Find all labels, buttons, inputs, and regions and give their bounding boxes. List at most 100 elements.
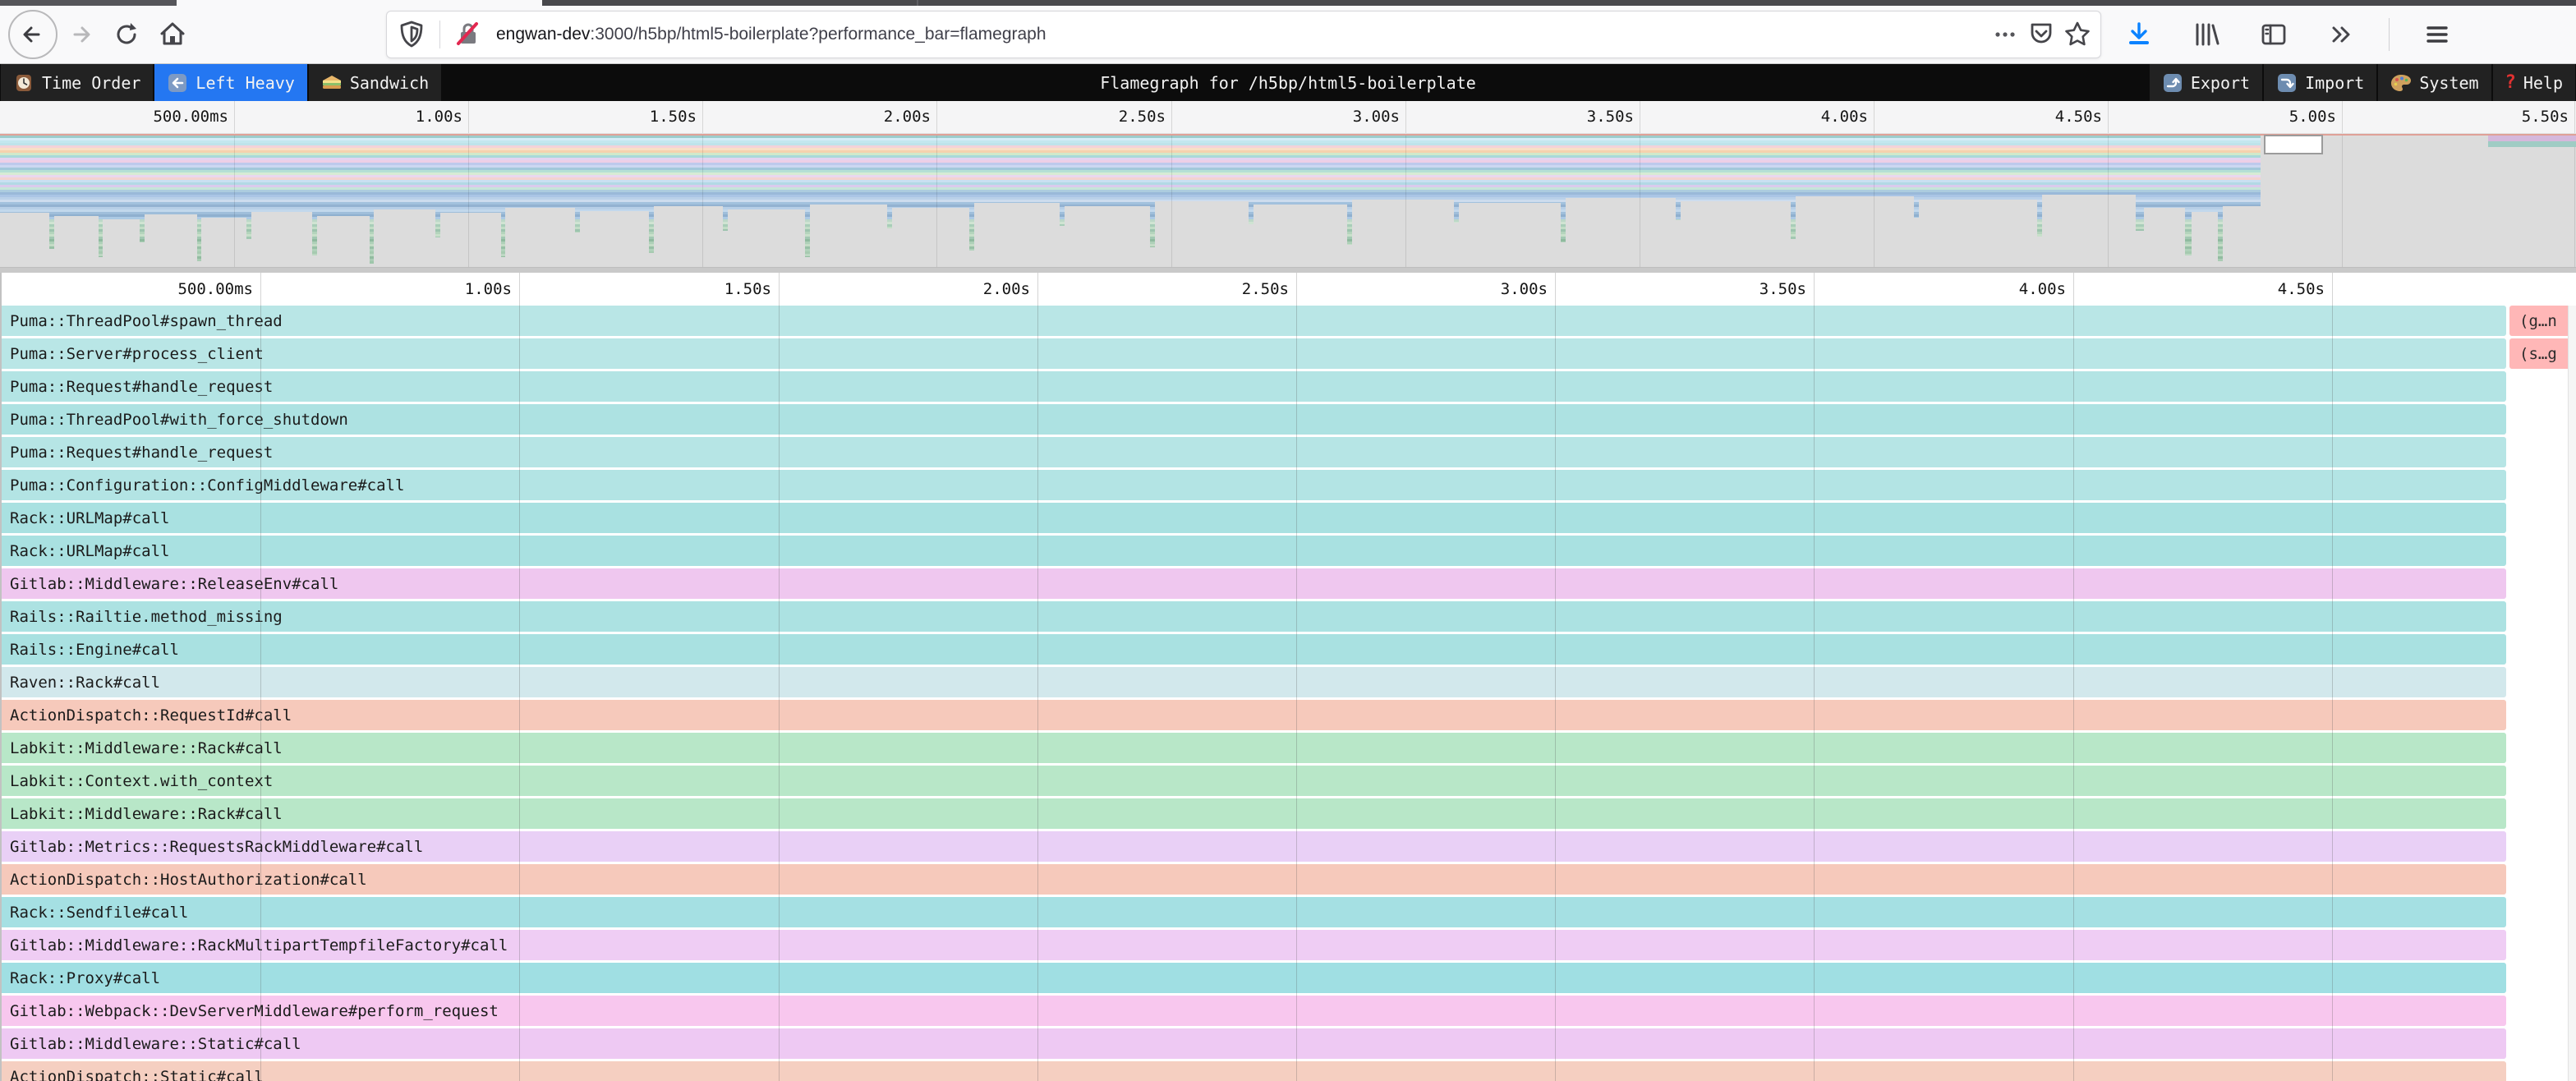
axis-gridline — [519, 273, 520, 306]
flame-frame[interactable]: Rails::Engine#call — [2, 634, 2506, 665]
flame-frame[interactable]: ActionDispatch::Static#call — [2, 1061, 2506, 1081]
axis-tick-label: 1.50s — [650, 101, 697, 133]
urlbar-divider — [439, 21, 440, 48]
browser-toolbar: engwan-dev:3000/h5bp/html5-boilerplate?p… — [0, 6, 2576, 64]
url-path: :3000/h5bp/html5-boilerplate?performance… — [590, 25, 1046, 44]
active-tab-sliver[interactable] — [177, 0, 542, 6]
action-label: Help — [2523, 73, 2563, 93]
pocket-icon — [2029, 21, 2054, 48]
frame-label: Rack::Sendfile#call — [2, 904, 188, 922]
clock-icon — [13, 72, 34, 94]
page-actions-button[interactable] — [1987, 16, 2023, 53]
frame-label: Puma::ThreadPool#spawn_thread — [2, 312, 283, 330]
overflow-menu-button[interactable] — [2318, 12, 2364, 58]
sidebar-button[interactable] — [2251, 12, 2297, 58]
axis-gridline — [2332, 273, 2333, 306]
export-button[interactable]: Export — [2150, 64, 2262, 101]
tab-time-order[interactable]: Time Order — [1, 64, 153, 101]
sandwich-icon — [321, 72, 343, 94]
bookmark-button[interactable] — [2059, 16, 2095, 53]
shield-icon — [399, 21, 424, 48]
flame-frame[interactable]: Gitlab::Middleware::RackMultipartTempfil… — [2, 930, 2506, 960]
axis-gridline — [468, 101, 469, 133]
help-icon: ? — [2505, 72, 2516, 93]
flame-frame[interactable]: Rails::Railtie.method_missing — [2, 601, 2506, 632]
flame-frame[interactable]: Labkit::Context.with_context — [2, 766, 2506, 796]
browser-tabstrip — [0, 0, 2576, 6]
url-text[interactable]: engwan-dev:3000/h5bp/html5-boilerplate?p… — [496, 25, 1987, 44]
flame-frame[interactable]: Rack::URLMap#call — [2, 536, 2506, 566]
frame-label: ActionDispatch::Static#call — [2, 1068, 264, 1081]
url-domain: engwan-dev — [496, 25, 590, 44]
axis-tick-label: 500.00ms — [153, 101, 228, 133]
axis-tick-label: 1.00s — [416, 101, 462, 133]
flamegraph-row: Puma::Request#handle_request — [2, 371, 2576, 404]
flame-frame-truncated[interactable]: (g…n — [2509, 306, 2572, 336]
tracking-protection-button[interactable] — [393, 16, 430, 53]
lock-slash-icon — [455, 21, 481, 48]
flame-frame[interactable]: ActionDispatch::RequestId#call — [2, 700, 2506, 730]
tab-left-heavy[interactable]: Left Heavy — [154, 64, 306, 101]
frame-label: ActionDispatch::RequestId#call — [2, 706, 292, 724]
pocket-button[interactable] — [2023, 16, 2059, 53]
flamegraph-row: ActionDispatch::HostAuthorization#call — [2, 864, 2576, 897]
flame-frame[interactable]: Labkit::Middleware::Rack#call — [2, 733, 2506, 763]
flamegraph-row: Rack::Proxy#call — [2, 963, 2576, 996]
frame-label: (g…n — [2509, 312, 2557, 330]
flame-frame[interactable]: Rack::Proxy#call — [2, 963, 2506, 993]
help-button[interactable]: ? Help — [2493, 64, 2575, 101]
back-button[interactable] — [8, 10, 58, 59]
frame-label: Labkit::Middleware::Rack#call — [2, 805, 283, 823]
flame-frame[interactable]: Puma::Request#handle_request — [2, 371, 2506, 402]
frame-label: Rack::Proxy#call — [2, 969, 160, 987]
flame-frame[interactable]: Gitlab::Webpack::DevServerMiddleware#per… — [2, 996, 2506, 1026]
back-icon — [19, 21, 47, 48]
flame-frame[interactable]: Puma::ThreadPool#with_force_shutdown — [2, 404, 2506, 435]
app-menu-button[interactable] — [2414, 12, 2460, 58]
import-button[interactable]: Import — [2264, 64, 2376, 101]
flamegraph-row: Labkit::Context.with_context — [2, 766, 2576, 798]
downloads-button[interactable] — [2116, 12, 2162, 58]
flame-frame[interactable]: Puma::Configuration::ConfigMiddleware#ca… — [2, 470, 2506, 500]
flame-frame-truncated[interactable]: (s…g — [2509, 338, 2572, 369]
import-icon — [2276, 72, 2298, 94]
forward-button[interactable] — [58, 12, 104, 58]
flame-frame[interactable]: Gitlab::Middleware::ReleaseEnv#call — [2, 568, 2506, 599]
frame-label: Puma::ThreadPool#with_force_shutdown — [2, 411, 348, 429]
flame-frame[interactable]: Gitlab::Middleware::Static#call — [2, 1028, 2506, 1059]
flame-frame[interactable]: Puma::ThreadPool#spawn_thread — [2, 306, 2506, 336]
minimap[interactable] — [0, 134, 2576, 267]
frame-label: Rails::Railtie.method_missing — [2, 608, 283, 626]
axis-tick-label: 2.00s — [884, 101, 931, 133]
library-button[interactable] — [2183, 12, 2229, 58]
axis-tick-label: 500.00ms — [177, 273, 253, 306]
frame-label: Raven::Rack#call — [2, 674, 160, 692]
flame-frame[interactable]: Gitlab::Metrics::RequestsRackMiddleware#… — [2, 831, 2506, 862]
download-icon — [2125, 21, 2153, 48]
flamegraph-title: Flamegraph for /h5bp/html5-boilerplate — [1100, 64, 1476, 101]
reload-button[interactable] — [104, 12, 150, 58]
home-button[interactable] — [150, 12, 196, 58]
flamegraph-row: ActionDispatch::Static#call — [2, 1061, 2576, 1081]
connection-security-button[interactable] — [450, 16, 486, 53]
speedscope-actions: Export Import System ? Help — [2149, 64, 2576, 101]
minimap-viewport-handle[interactable] — [2264, 135, 2323, 154]
system-theme-button[interactable]: System — [2378, 64, 2491, 101]
vertical-scrollbar[interactable] — [2568, 306, 2576, 1081]
flame-frame[interactable]: Puma::Request#handle_request — [2, 437, 2506, 467]
axis-gridline — [1037, 273, 1038, 306]
minimap-flame-rendering — [0, 134, 2576, 267]
flamegraph-row: Gitlab::Middleware::ReleaseEnv#call — [2, 568, 2576, 601]
flamegraph-row: Rails::Railtie.method_missing — [2, 601, 2576, 634]
url-bar[interactable]: engwan-dev:3000/h5bp/html5-boilerplate?p… — [386, 11, 2101, 58]
flame-frame[interactable]: ActionDispatch::HostAuthorization#call — [2, 864, 2506, 895]
flamegraph-row: Rack::Sendfile#call — [2, 897, 2576, 930]
flamegraph-row: Labkit::Middleware::Rack#call — [2, 733, 2576, 766]
flame-frame[interactable]: Labkit::Middleware::Rack#call — [2, 798, 2506, 829]
axis-gridline — [2108, 101, 2109, 133]
flame-frame[interactable]: Puma::Server#process_client — [2, 338, 2506, 369]
flame-frame[interactable]: Rack::Sendfile#call — [2, 897, 2506, 927]
flame-frame[interactable]: Rack::URLMap#call — [2, 503, 2506, 533]
tab-sandwich[interactable]: Sandwich — [309, 64, 441, 101]
flame-frame[interactable]: Raven::Rack#call — [2, 667, 2506, 697]
